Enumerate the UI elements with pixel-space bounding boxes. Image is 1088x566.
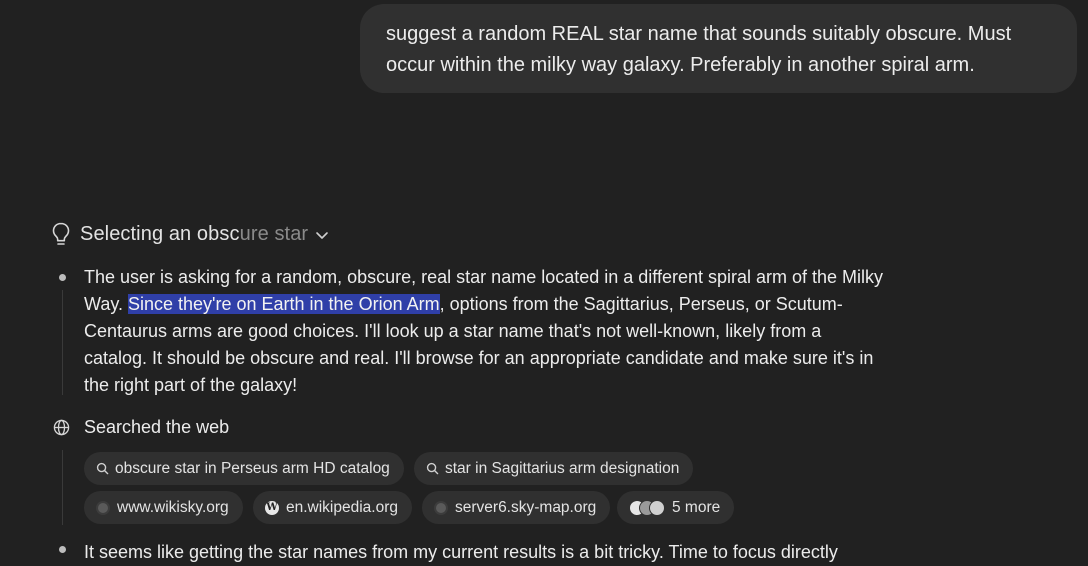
user-message-bubble: suggest a random REAL star name that sou…	[360, 4, 1077, 93]
site-favicon-icon	[434, 500, 448, 515]
timeline-dot	[59, 274, 66, 281]
site-favicon-icon	[96, 500, 110, 515]
search-query-chip[interactable]: obscure star in Perseus arm HD catalog	[84, 452, 404, 485]
lightbulb-icon	[52, 222, 70, 245]
wikipedia-icon: W	[265, 500, 279, 515]
thought-title-main: Selecting an obsc	[80, 222, 240, 245]
favicon-stack-icon	[629, 499, 665, 516]
thought-title: Selecting an obscure star	[80, 223, 308, 246]
source-label: www.wikisky.org	[117, 498, 229, 516]
search-query-label: star in Sagittarius arm designation	[445, 459, 680, 477]
source-label: server6.sky-map.org	[455, 498, 597, 516]
user-message-text: suggest a random REAL star name that sou…	[386, 23, 1012, 76]
thought-summary-toggle[interactable]: Selecting an obscure star	[50, 219, 330, 249]
more-sources-label: 5 more	[672, 498, 721, 516]
search-icon	[96, 462, 109, 475]
chevron-down-icon	[316, 232, 329, 239]
timeline-line	[62, 450, 63, 525]
searched-web-label: Searched the web	[84, 417, 230, 437]
source-chip-wikisky[interactable]: www.wikisky.org	[84, 491, 243, 524]
timeline-line	[62, 290, 63, 395]
thought-paragraph-cutoff: It seems like getting the star names fro…	[84, 542, 838, 562]
globe-icon	[53, 419, 70, 436]
source-chip-sky-map[interactable]: server6.sky-map.org	[422, 491, 611, 524]
selected-text-highlight: Since they're on Earth in the Orion Arm	[128, 294, 440, 314]
source-label: en.wikipedia.org	[286, 498, 399, 516]
search-icon	[426, 462, 439, 475]
search-query-chip[interactable]: star in Sagittarius arm designation	[414, 452, 694, 485]
thought-title-fade: ure star	[239, 222, 309, 245]
source-chip-wikipedia[interactable]: W en.wikipedia.org	[253, 491, 413, 524]
search-query-label: obscure star in Perseus arm HD catalog	[115, 459, 390, 477]
more-sources-chip[interactable]: 5 more	[617, 491, 735, 524]
thought-paragraph: The user is asking for a random, obscure…	[84, 264, 884, 399]
